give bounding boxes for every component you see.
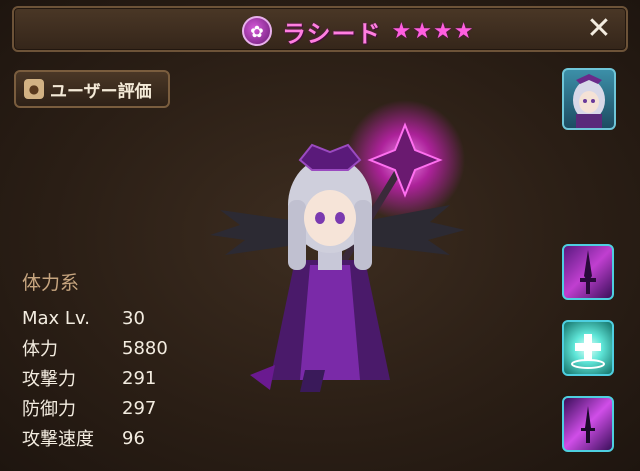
- stat-label: Max Lv.: [22, 307, 90, 329]
- dark-element-icon: ✿: [242, 16, 272, 46]
- skill-2-button[interactable]: [562, 320, 614, 376]
- stat-label: 体力: [22, 339, 58, 360]
- stat-row-speed: 攻撃速度 96: [22, 423, 222, 453]
- stat-label: 攻撃速度: [22, 429, 94, 450]
- stats-panel: 体力系 Max Lv. 30 体力 5880 攻撃力 291 防御力 297 攻…: [22, 268, 222, 453]
- monster-title: ✿ ラシード ★ ★ ★ ★: [242, 14, 473, 48]
- skill-1-button[interactable]: [562, 244, 614, 300]
- stat-value: 30: [122, 307, 145, 329]
- sword-skill-icon: [580, 250, 596, 294]
- monster-name: ラシード: [282, 19, 382, 48]
- close-button[interactable]: ✕: [582, 12, 616, 46]
- stat-row-defense: 防御力 297: [22, 393, 222, 423]
- stat-row-hp: 体力 5880: [22, 333, 222, 363]
- star-icon: ★: [391, 18, 412, 44]
- user-review-icon: ●: [24, 79, 44, 99]
- stats-type-heading: 体力系: [22, 272, 80, 294]
- awakened-portrait-thumbnail[interactable]: [562, 68, 616, 130]
- stat-value: 291: [122, 367, 157, 389]
- monster-character-art: [200, 100, 480, 400]
- stat-label: 防御力: [22, 399, 76, 420]
- star-icon: ★: [453, 18, 474, 44]
- stat-label: 攻撃力: [22, 369, 76, 390]
- dagger-skill-icon: [581, 406, 595, 443]
- user-review-label: ユーザー評価: [50, 81, 152, 102]
- star-rating: ★ ★ ★ ★: [392, 19, 474, 44]
- stat-row-max-level: Max Lv. 30: [22, 303, 222, 333]
- skill-3-button[interactable]: [562, 396, 614, 452]
- star-icon: ★: [433, 18, 453, 44]
- heal-cross-skill-icon: [571, 334, 605, 369]
- stat-value: 297: [122, 397, 157, 419]
- user-review-button[interactable]: ● ユーザー評価: [14, 70, 170, 108]
- stat-value: 96: [122, 427, 145, 449]
- header-bar: ✿ ラシード ★ ★ ★ ★ ✕: [12, 6, 628, 52]
- stat-value: 5880: [122, 337, 168, 359]
- star-icon: ★: [412, 18, 432, 44]
- stat-row-attack: 攻撃力 291: [22, 363, 222, 393]
